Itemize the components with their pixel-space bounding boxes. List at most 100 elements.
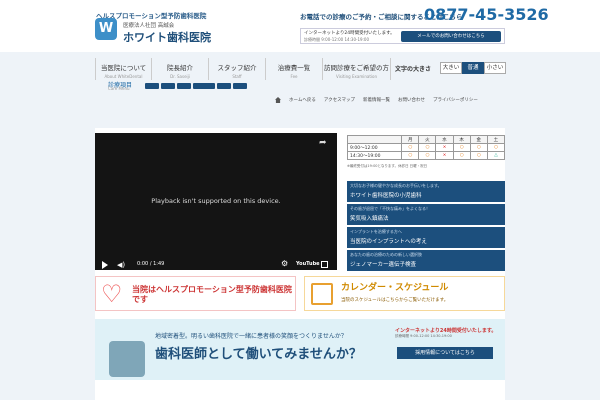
nav-label: 訪問診療をご希望の方 xyxy=(324,64,389,72)
text-size-normal-button[interactable]: 普通 xyxy=(462,62,484,74)
care-menu-tabs xyxy=(145,83,247,89)
web-reservation-note: インターネットより24時間受付いたします。 xyxy=(304,31,395,36)
phone-number[interactable]: 0877-45-3526 xyxy=(424,5,549,24)
care-menu-tab[interactable] xyxy=(161,83,175,89)
staff-photo xyxy=(109,341,145,377)
schedule-note: ※最終受付は19:00となります。休診日 日曜・祝日 xyxy=(347,164,428,168)
recruit-hours: 診療時間 9:00-12:00 14:30-19:00 xyxy=(395,334,452,338)
play-icon[interactable] xyxy=(102,261,108,269)
video-controls: ◀) 0:00 / 1:49 ⚙ YouTube xyxy=(95,259,337,270)
video-time: 0:00 / 1:49 xyxy=(137,261,165,267)
nav-sublabel: About WhiteDental xyxy=(104,74,143,79)
text-size-small-button[interactable]: 小さい xyxy=(484,62,506,74)
health-promotion-banner[interactable]: ♡ 当院はヘルスプロモーション型予防歯科医院です xyxy=(95,276,296,311)
care-menu-tab[interactable] xyxy=(145,83,159,89)
schedule-table: 月 火 水 木 金 土 9:00〜12:00 ○ ○ × ○ ○ ○ 14:30… xyxy=(346,135,506,180)
heart-icon: ♡ xyxy=(101,280,123,308)
schedule-mark: ○ xyxy=(452,151,471,160)
side-button-main: 当医院のインプラントへの考え xyxy=(350,239,427,245)
schedule-mark: × xyxy=(435,143,454,152)
web-reservation-box: インターネットより24時間受付いたします。 診療時間 9:00-12:00 14… xyxy=(300,28,505,44)
breadcrumb: ホームへ戻る アクセスマップ 新着情報一覧 お問い合わせ プライバシーポリシー xyxy=(275,97,478,103)
breadcrumb-news[interactable]: 新着情報一覧 xyxy=(363,97,390,103)
side-menu: 大切なお子様の健やかな成長のお手伝いをします。 ホワイト歯科医院の小児歯科 その… xyxy=(347,181,505,271)
care-menu-tab[interactable] xyxy=(193,83,215,89)
side-button-sub: その歯が退屈で「不快な痛み」をよくなる！ xyxy=(350,206,430,211)
schedule-header-cell xyxy=(346,135,403,144)
nav-sublabel: Visiting Examination xyxy=(336,74,377,79)
laughing-gas-button[interactable]: その歯が退屈で「不快な痛み」をよくなる！ 笑気吸入鎮痛法 xyxy=(347,204,505,225)
nav-sublabel: Staff xyxy=(232,74,242,79)
side-button-main: ジェノマーカー遺伝子検査 xyxy=(350,262,417,268)
schedule-header-cell: 水 xyxy=(435,135,454,144)
home-icon xyxy=(275,97,281,103)
corporation-name: 医療法人社団 高誠会 xyxy=(123,23,175,29)
calendar-icon xyxy=(311,283,333,305)
breadcrumb-home[interactable]: ホームへ戻る xyxy=(289,97,316,103)
calendar-subtitle: 当院のスケジュールはこちらからご覧いただけます。 xyxy=(341,298,449,303)
nav-item-staff[interactable]: スタッフ紹介 Staff xyxy=(209,58,266,80)
health-promotion-text: 当院はヘルスプロモーション型予防歯科医院です xyxy=(132,285,292,304)
recruit-question: 地域密着型。明るい歯科医院で一緒に患者様の笑顔をつくりませんか？ xyxy=(155,333,347,340)
care-menu-tab[interactable] xyxy=(217,83,231,89)
schedule-mark: ○ xyxy=(418,151,437,160)
schedule-row: 9:00〜12:00 ○ ○ × ○ ○ ○ xyxy=(346,143,506,152)
schedule-mark: ○ xyxy=(469,143,488,152)
schedule-mark: ○ xyxy=(486,143,506,152)
web-hours: 診療時間 9:00-12:00 14:30-19:00 xyxy=(304,37,369,42)
breadcrumb-privacy[interactable]: プライバシーポリシー xyxy=(433,97,478,103)
nav-item-director[interactable]: 院長紹介 Dr. Saseiji xyxy=(152,58,209,80)
clinic-logo-icon[interactable]: W xyxy=(95,18,117,40)
schedule-time: 14:30〜19:00 xyxy=(346,151,403,160)
schedule-header-cell: 火 xyxy=(418,135,437,144)
breadcrumb-access[interactable]: アクセスマップ xyxy=(324,97,355,103)
side-button-sub: インプラントを治療する方へ xyxy=(350,229,402,234)
schedule-mark: ○ xyxy=(418,143,437,152)
schedule-header-row: 月 火 水 木 金 土 xyxy=(346,135,506,144)
recruit-info-button[interactable]: 採用情報についてはこちら xyxy=(397,347,493,359)
mail-contact-button[interactable]: メールでのお問い合わせはこちら xyxy=(401,31,501,42)
schedule-mark: ○ xyxy=(401,151,420,160)
video-player[interactable]: Playback isn't supported on this device.… xyxy=(95,133,337,270)
video-message: Playback isn't supported on this device. xyxy=(151,197,281,205)
nav-item-visiting[interactable]: 訪問診療をご希望の方 Visiting Examination xyxy=(323,58,391,80)
recruit-headline: 歯科医師として働いてみませんか？ xyxy=(155,347,362,362)
schedule-mark: ○ xyxy=(452,143,471,152)
youtube-logo-icon[interactable]: YouTube xyxy=(296,261,320,267)
breadcrumb-contact[interactable]: お問い合わせ xyxy=(398,97,425,103)
nav-label: 治療費一覧 xyxy=(277,64,311,72)
recruit-banner[interactable]: 地域密着型。明るい歯科医院で一緒に患者様の笑顔をつくりませんか？ 歯科医師として… xyxy=(95,319,505,380)
text-size-label: 文字の大きさ xyxy=(395,66,432,73)
fullscreen-icon[interactable] xyxy=(321,261,328,268)
header: ヘルスプロモーション型予防歯科医院 W 医療法人社団 高誠会 ホワイト歯科医院 … xyxy=(0,0,600,52)
schedule-header-cell: 土 xyxy=(486,135,506,144)
schedule-header-cell: 木 xyxy=(452,135,471,144)
care-menu-tab[interactable] xyxy=(233,83,247,89)
nav-item-about[interactable]: 当医院について About WhiteDental xyxy=(95,58,152,80)
text-size-large-button[interactable]: 大きい xyxy=(440,62,462,74)
nav-item-fee[interactable]: 治療費一覧 Fee xyxy=(266,58,323,80)
care-menu-tab[interactable] xyxy=(177,83,191,89)
schedule-mark: ○ xyxy=(401,143,420,152)
pediatric-dentistry-button[interactable]: 大切なお子様の健やかな成長のお手伝いをします。 ホワイト歯科医院の小児歯科 xyxy=(347,181,505,202)
nav-sublabel: Dr. Saseiji xyxy=(170,74,190,79)
schedule-row: 14:30〜19:00 ○ ○ × ○ ○ △ xyxy=(346,151,506,160)
side-button-main: ホワイト歯科医院の小児歯科 xyxy=(350,193,422,199)
schedule-time: 9:00〜12:00 xyxy=(346,143,403,152)
implant-button[interactable]: インプラントを治療する方へ 当医院のインプラントへの考え xyxy=(347,227,505,248)
nav-sublabel: Fee xyxy=(290,74,298,79)
nav-label: 当医院について xyxy=(100,64,147,72)
calendar-title: カレンダー・スケジュール xyxy=(341,283,449,293)
side-button-sub: あなたの歯の治療のための新しい選択肢 xyxy=(350,252,422,257)
schedule-mark: ○ xyxy=(469,151,488,160)
share-icon[interactable] xyxy=(319,138,329,149)
care-menu-sublabel: Care Menu xyxy=(108,86,130,91)
recruit-lead: インターネットより24時間受付いたします。 xyxy=(395,328,497,334)
calendar-banner[interactable]: カレンダー・スケジュール 当院のスケジュールはこちらからご覧いただけます。 xyxy=(304,276,505,311)
gear-icon[interactable]: ⚙ xyxy=(281,259,288,269)
volume-icon[interactable]: ◀) xyxy=(117,261,125,269)
side-button-sub: 大切なお子様の健やかな成長のお手伝いをします。 xyxy=(350,183,442,188)
nav-label: 院長紹介 xyxy=(167,64,193,72)
genomarker-button[interactable]: あなたの歯の治療のための新しい選択肢 ジェノマーカー遺伝子検査 xyxy=(347,250,505,271)
clinic-name[interactable]: ホワイト歯科医院 xyxy=(123,29,211,45)
